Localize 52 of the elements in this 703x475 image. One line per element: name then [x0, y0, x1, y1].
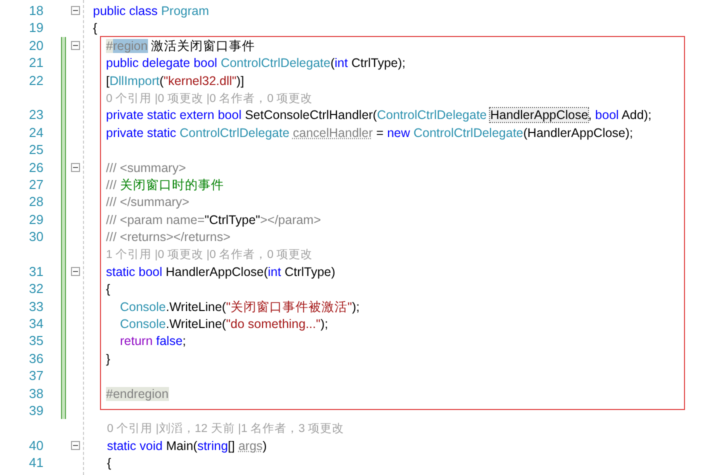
- code-line: Console.WriteLine("关闭窗口事件被激活");: [120, 300, 360, 314]
- code-line: static bool HandlerAppClose(int CtrlType): [106, 264, 336, 279]
- code-line: /// 关闭窗口时的事件: [106, 178, 224, 192]
- line-number: 32: [29, 281, 44, 296]
- line-number: 33: [29, 298, 44, 314]
- code-lens-info[interactable]: 0 个引用 |刘滔，12 天前 |1 名作者，3 项更改: [107, 423, 344, 436]
- code-line: /// <param name="CtrlType"></param>: [106, 212, 321, 227]
- code-line: private static extern bool SetConsoleCtrlHandler(ControlCtrlDelegate HandlerAppClose, bool Add);: [106, 108, 652, 122]
- code-line: private static ControlCtrlDelegate cancelHandler = new ControlCtrlDelegate(HandlerAppClose);: [106, 126, 634, 140]
- code-lens-info[interactable]: 1 个引用 |0 项更改 |0 名作者，0 项更改: [106, 249, 313, 262]
- code-line: static void Main(string[] args): [107, 438, 267, 453]
- code-line: public delegate bool ControlCtrlDelegate(int CtrlType);: [106, 56, 406, 70]
- line-number: 28: [29, 194, 44, 210]
- code-line: return false;: [120, 334, 186, 348]
- line-number: 30: [29, 229, 44, 244]
- line-number: 20: [29, 38, 44, 53]
- line-number: 41: [29, 455, 44, 470]
- line-number: 36: [29, 350, 44, 366]
- code-line: {: [107, 456, 112, 470]
- line-number: 22: [29, 72, 44, 88]
- code-line: /// <summary>: [106, 160, 186, 175]
- code-line: #region 激活关闭窗口事件: [106, 38, 256, 53]
- line-number: 34: [29, 316, 44, 332]
- line-number: 35: [29, 333, 44, 348]
- code-line: [DllImport("kernel32.dll")]: [106, 74, 244, 88]
- collapse-icon[interactable]: [70, 162, 80, 172]
- line-number: 40: [29, 438, 44, 453]
- collapse-icon[interactable]: [70, 6, 80, 16]
- code-line: {: [93, 21, 98, 36]
- line-number: 24: [29, 124, 44, 140]
- code-line: }: [106, 352, 110, 366]
- collapse-icon[interactable]: [70, 267, 80, 276]
- line-number: 19: [29, 20, 44, 36]
- code-line: /// <returns></returns>: [106, 230, 230, 244]
- line-number: 26: [29, 160, 44, 175]
- line-number: 29: [29, 212, 44, 227]
- line-number: 39: [29, 402, 44, 418]
- line-number: 37: [29, 368, 44, 384]
- code-line: /// </summary>: [106, 195, 190, 210]
- line-number: 21: [29, 55, 44, 70]
- code-line: {: [106, 282, 110, 296]
- line-number: 38: [29, 386, 44, 401]
- code-line: Console.WriteLine("do something...");: [120, 317, 328, 332]
- line-number: 27: [29, 176, 44, 192]
- line-number: 18: [29, 3, 44, 18]
- line-number: 31: [29, 264, 44, 279]
- code-line: public class Program: [93, 4, 210, 18]
- code-lens-info[interactable]: 0 个引用 |0 项更改 |0 名作者，0 项更改: [106, 92, 313, 105]
- line-number: 25: [29, 142, 44, 158]
- collapse-icon[interactable]: [70, 40, 80, 50]
- collapse-icon[interactable]: [70, 440, 80, 450]
- line-number: 23: [29, 107, 44, 122]
